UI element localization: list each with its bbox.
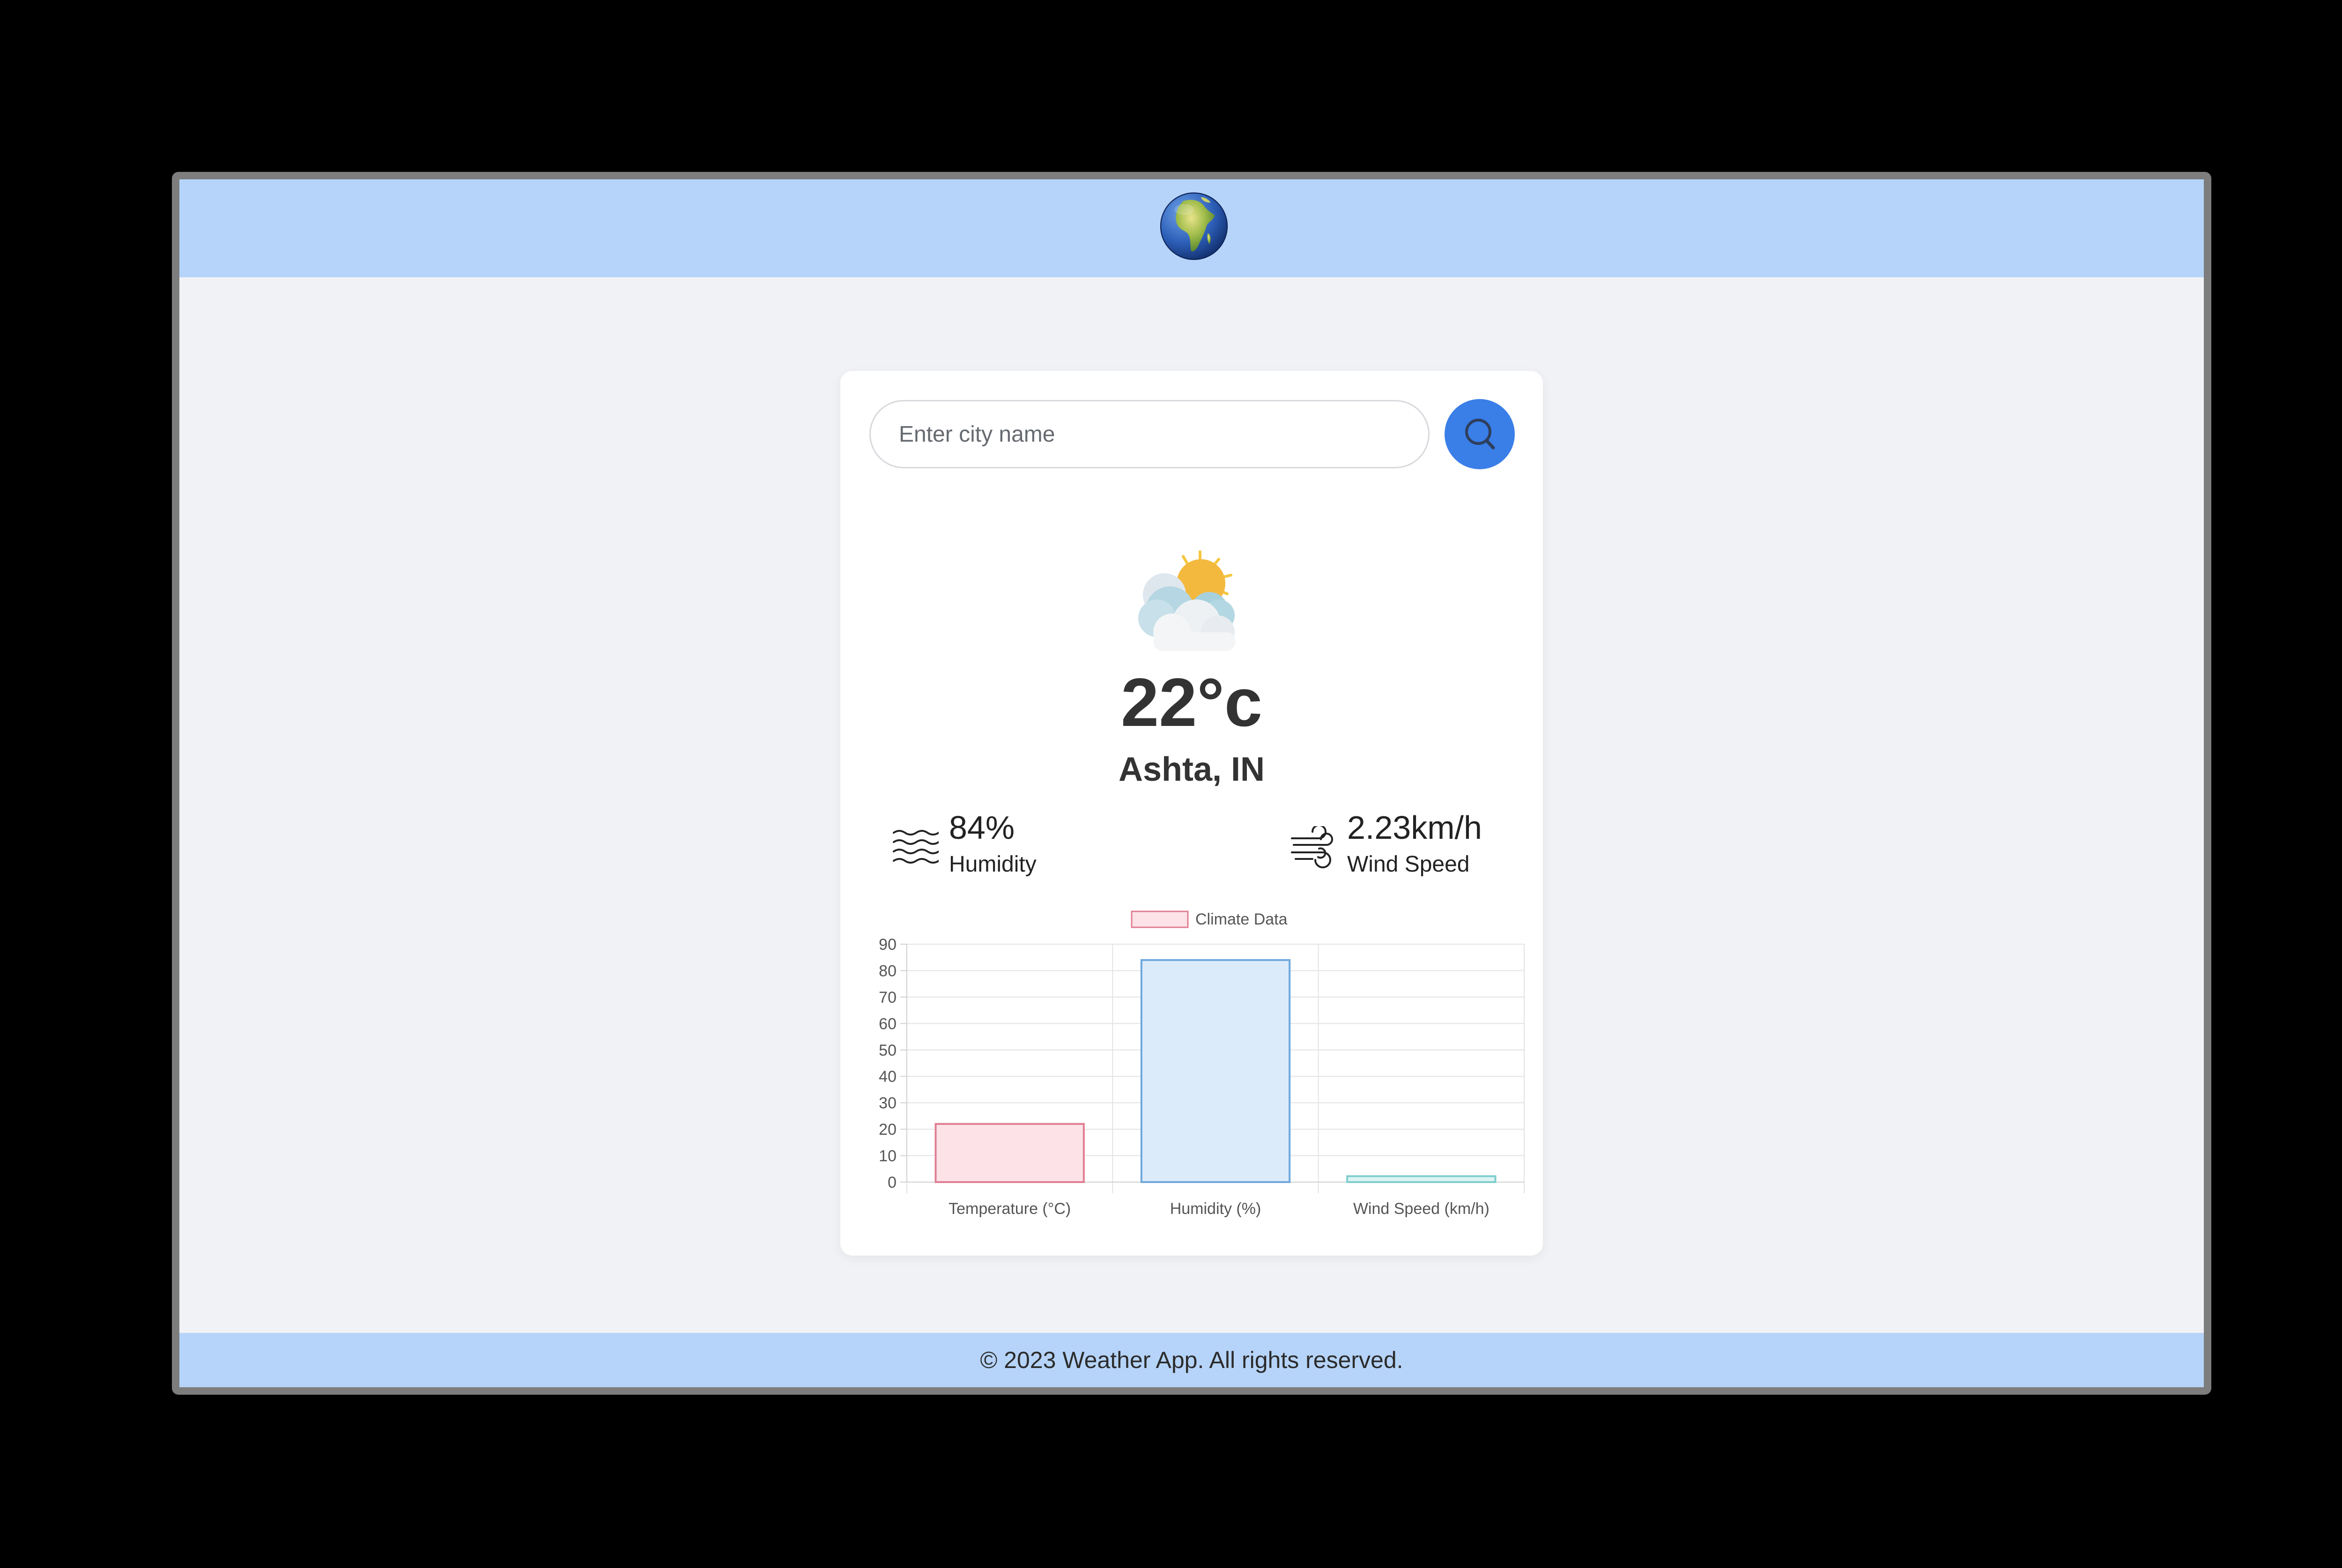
weather-app: 22°c Ashta, IN 84% Humidity xyxy=(179,179,2204,1387)
y-tick-label: 30 xyxy=(879,1095,897,1112)
humidity-waves-icon xyxy=(893,830,939,864)
bar-2 xyxy=(1346,1175,1497,1183)
x-tick-label: Humidity (%) xyxy=(1170,1200,1261,1218)
bar-0 xyxy=(934,1123,1085,1183)
wind-stat: 2.23km/h Wind Speed xyxy=(1290,811,1505,881)
city-search-input[interactable] xyxy=(869,400,1430,468)
footer-bar: © 2023 Weather App. All rights reserved. xyxy=(179,1333,2204,1387)
x-tick-label: Wind Speed (km/h) xyxy=(1353,1200,1490,1218)
globe-africa-icon xyxy=(1160,192,1228,260)
humidity-value: 84% xyxy=(949,809,1015,846)
legend-label: Climate Data xyxy=(1195,910,1288,928)
x-tick-label: Temperature (°C) xyxy=(949,1200,1071,1218)
y-tick-label: 70 xyxy=(879,989,897,1006)
search-button[interactable] xyxy=(1445,399,1515,469)
sun-behind-clouds-icon xyxy=(1138,550,1236,651)
y-tick-label: 20 xyxy=(879,1121,897,1139)
browser-window: 22°c Ashta, IN 84% Humidity xyxy=(172,172,2211,1395)
temperature-value: 22°c xyxy=(1121,664,1262,740)
y-tick-label: 60 xyxy=(879,1015,897,1033)
header-bar xyxy=(179,179,2204,277)
y-tick-label: 10 xyxy=(879,1147,897,1165)
humidity-stat: 84% Humidity xyxy=(892,811,1079,881)
search-icon xyxy=(1465,419,1495,450)
wind-speed-value: 2.23km/h xyxy=(1347,809,1482,846)
weather-card: 22°c Ashta, IN 84% Humidity xyxy=(840,371,1543,1256)
copyright-text: © 2023 Weather App. All rights reserved. xyxy=(980,1347,1403,1373)
legend-swatch xyxy=(1131,910,1189,928)
wind-icon xyxy=(1291,826,1333,868)
humidity-label: Humidity xyxy=(949,852,1037,877)
bar-1 xyxy=(1140,959,1291,1183)
wind-speed-label: Wind Speed xyxy=(1347,852,1470,877)
city-name: Ashta, IN xyxy=(1118,751,1265,788)
y-tick-label: 80 xyxy=(879,962,897,980)
y-tick-label: 40 xyxy=(879,1068,897,1086)
y-tick-label: 50 xyxy=(879,1042,897,1059)
climate-bar-chart: Climate Data 0 10 20 30 40 50 60 70 80 90 Temperatu… xyxy=(879,910,1525,1218)
y-tick-label: 90 xyxy=(879,936,897,954)
y-tick-label: 0 xyxy=(888,1174,897,1191)
